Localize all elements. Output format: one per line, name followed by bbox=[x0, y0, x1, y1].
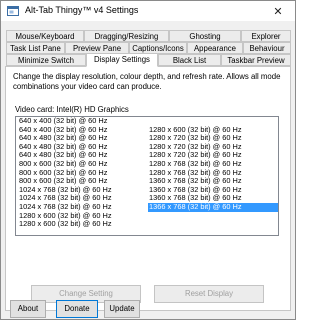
window-title: Alt-Tab Thingy™ v4 Settings bbox=[25, 5, 139, 15]
tab-display-settings[interactable]: Display Settings bbox=[86, 53, 158, 67]
tab-minimize-switch[interactable]: Minimize Switch bbox=[6, 54, 86, 66]
update-button[interactable]: Update bbox=[104, 300, 140, 318]
tab-ghosting[interactable]: Ghosting bbox=[169, 30, 241, 42]
display-mode-item[interactable]: 1366 x 768 (32 bit) @ 60 Hz bbox=[148, 202, 278, 212]
about-button[interactable]: About bbox=[10, 300, 46, 318]
display-modes-column-2: 1280 x 600 (32 bit) @ 60 Hz 1280 x 720 (3… bbox=[148, 117, 278, 212]
donate-button[interactable]: Donate bbox=[56, 300, 98, 318]
display-modes-list[interactable]: 640 x 400 (32 bit) @ 60 Hz 640 x 400 (32 … bbox=[15, 116, 279, 236]
tab-mouse-keyboard[interactable]: Mouse/Keyboard bbox=[6, 30, 84, 42]
display-description: Change the display resolution, colour de… bbox=[13, 72, 281, 91]
display-modes-column-1: 640 x 400 (32 bit) @ 60 Hz 640 x 400 (32 … bbox=[18, 117, 148, 229]
tab-taskbar-preview[interactable]: Taskbar Preview bbox=[221, 54, 291, 66]
video-card-label: Video card: Intel(R) HD Graphics bbox=[15, 105, 129, 114]
close-icon[interactable]: ✕ bbox=[261, 1, 295, 21]
tab-black-list[interactable]: Black List bbox=[158, 54, 221, 66]
tab-dragging-resizing[interactable]: Dragging/Resizing bbox=[84, 30, 169, 42]
title-bar[interactable]: Alt-Tab Thingy™ v4 Settings ✕ bbox=[1, 1, 295, 21]
settings-window: Alt-Tab Thingy™ v4 Settings ✕ Mouse/Keyb… bbox=[0, 0, 296, 320]
tab-behaviour[interactable]: Behaviour bbox=[243, 42, 291, 54]
app-icon bbox=[7, 6, 19, 16]
tab-appearance[interactable]: Appearance bbox=[187, 42, 243, 54]
display-mode-item[interactable]: 1280 x 600 (32 bit) @ 60 Hz bbox=[18, 220, 148, 229]
reset-display-button[interactable]: Reset Display bbox=[154, 285, 264, 303]
tab-explorer[interactable]: Explorer bbox=[241, 30, 291, 42]
tab-task-list-pane[interactable]: Task List Pane bbox=[6, 42, 65, 54]
